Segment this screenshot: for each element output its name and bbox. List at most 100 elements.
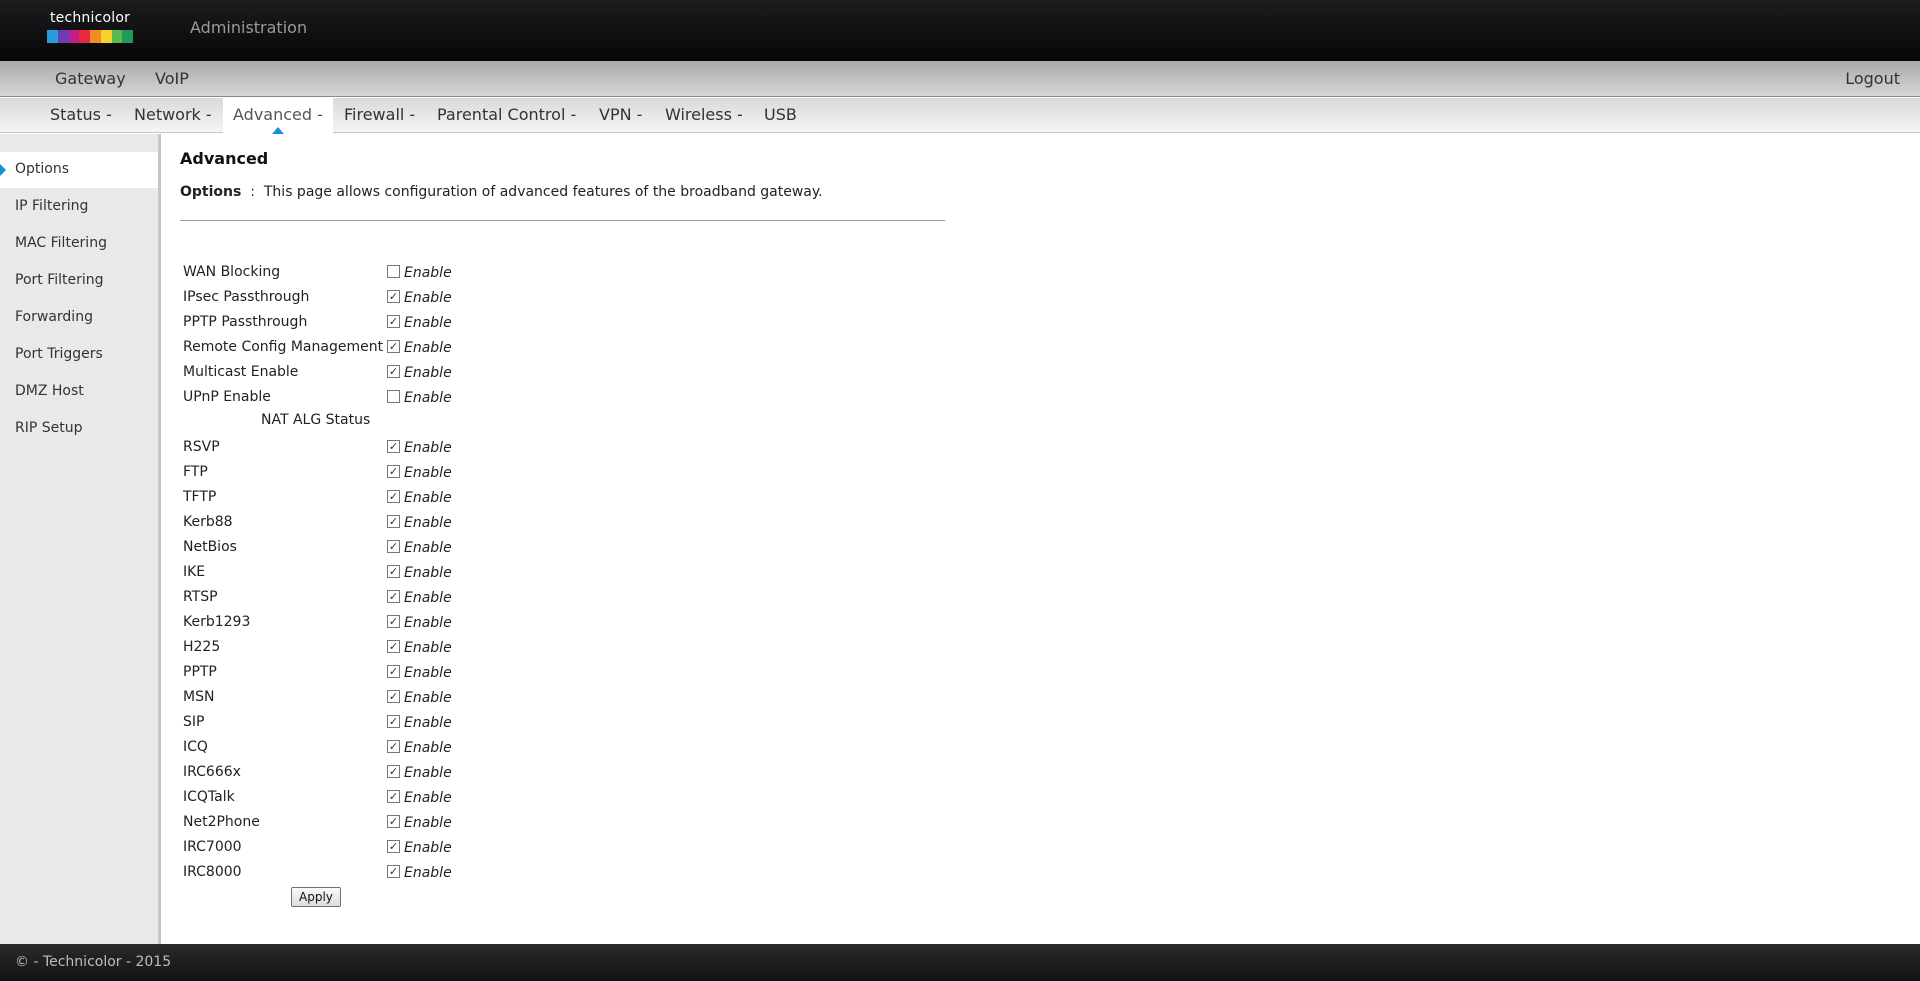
logo-color-segment xyxy=(100,30,112,43)
enable-checkbox[interactable]: ✓ xyxy=(387,540,400,553)
option-row: IRC8000 ✓ Enable xyxy=(183,861,483,886)
enable-checkbox[interactable] xyxy=(387,265,400,278)
page-title: Advanced xyxy=(180,149,269,168)
enable-checkbox[interactable]: ✓ xyxy=(387,365,400,378)
subnav-item-advanced-label: Advanced - xyxy=(233,105,323,124)
option-label: IKE xyxy=(183,564,206,580)
option-label: Kerb88 xyxy=(183,514,233,530)
option-label: H225 xyxy=(183,639,221,655)
subnav-item-usb[interactable]: USB xyxy=(764,105,797,124)
subnav-item-firewall[interactable]: Firewall - xyxy=(344,105,415,124)
enable-checkbox[interactable]: ✓ xyxy=(387,815,400,828)
subnav-item-network[interactable]: Network - xyxy=(134,105,212,124)
enable-label: Enable xyxy=(404,440,452,456)
enable-label: Enable xyxy=(404,515,452,531)
page-description: Options : This page allows configuration… xyxy=(180,184,823,200)
technicolor-logo[interactable]: technicolor xyxy=(46,10,134,44)
sidebar-item-port-triggers[interactable]: Port Triggers xyxy=(15,346,103,362)
sidebar-item-forwarding[interactable]: Forwarding xyxy=(15,309,93,325)
sidebar-item-label: Options xyxy=(15,161,70,177)
enable-checkbox[interactable]: ✓ xyxy=(387,315,400,328)
footer: © - Technicolor - 2015 xyxy=(0,944,1920,981)
option-row: Net2Phone ✓ Enable xyxy=(183,811,483,836)
logo-color-segment xyxy=(47,30,58,43)
enable-label: Enable xyxy=(404,740,452,756)
option-row: WAN Blocking Enable xyxy=(183,261,483,286)
option-label: SIP xyxy=(183,714,205,730)
sidebar-item-mac-filtering[interactable]: MAC Filtering xyxy=(15,235,107,251)
enable-checkbox[interactable]: ✓ xyxy=(387,340,400,353)
option-label: IRC666x xyxy=(183,764,241,780)
enable-checkbox[interactable]: ✓ xyxy=(387,690,400,703)
logo-color-segment xyxy=(122,30,133,43)
subnav-item-parental-control[interactable]: Parental Control - xyxy=(437,105,576,124)
enable-checkbox[interactable]: ✓ xyxy=(387,740,400,753)
enable-checkbox[interactable]: ✓ xyxy=(387,715,400,728)
option-row: Remote Config Management ✓ Enable xyxy=(183,336,483,361)
option-row: ICQ ✓ Enable xyxy=(183,736,483,761)
enable-checkbox[interactable]: ✓ xyxy=(387,790,400,803)
option-row: IPsec Passthrough ✓ Enable xyxy=(183,286,483,311)
option-row: PPTP Passthrough ✓ Enable xyxy=(183,311,483,336)
enable-checkbox[interactable]: ✓ xyxy=(387,590,400,603)
enable-label: Enable xyxy=(404,290,452,306)
sidebar-item-rip-setup[interactable]: RIP Setup xyxy=(15,420,83,436)
option-label: WAN Blocking xyxy=(183,264,281,280)
option-row: Multicast Enable ✓ Enable xyxy=(183,361,483,386)
enable-label: Enable xyxy=(404,765,452,781)
enable-label: Enable xyxy=(404,840,452,856)
option-row: FTP ✓ Enable xyxy=(183,461,483,486)
footer-copyright: © - Technicolor - 2015 xyxy=(15,954,172,970)
logo-text: technicolor xyxy=(49,10,131,26)
enable-checkbox[interactable]: ✓ xyxy=(387,840,400,853)
option-label: TFTP xyxy=(183,489,217,505)
enable-label: Enable xyxy=(404,315,452,331)
subnav-item-wireless[interactable]: Wireless - xyxy=(665,105,743,124)
sidebar-item-port-filtering[interactable]: Port Filtering xyxy=(15,272,104,288)
enable-checkbox[interactable]: ✓ xyxy=(387,515,400,528)
enable-label: Enable xyxy=(404,865,452,881)
enable-checkbox[interactable]: ✓ xyxy=(387,615,400,628)
enable-label: Enable xyxy=(404,640,452,656)
option-row: PPTP ✓ Enable xyxy=(183,661,483,686)
logout-link[interactable]: Logout xyxy=(1845,69,1900,88)
topnav-item-voip[interactable]: VoIP xyxy=(155,69,189,88)
enable-label: Enable xyxy=(404,815,452,831)
description-separator: : xyxy=(250,184,255,200)
enable-checkbox[interactable]: ✓ xyxy=(387,565,400,578)
nat-alg-status-label: NAT ALG Status xyxy=(261,412,371,428)
enable-checkbox[interactable]: ✓ xyxy=(387,465,400,478)
sidebar-item-options[interactable]: Options xyxy=(0,152,158,188)
sidebar-item-ip-filtering[interactable]: IP Filtering xyxy=(15,198,88,214)
subnav-item-status[interactable]: Status - xyxy=(50,105,112,124)
logo-color-segment xyxy=(90,30,101,43)
option-row: RTSP ✓ Enable xyxy=(183,586,483,611)
option-label: ICQ xyxy=(183,739,208,755)
enable-checkbox[interactable]: ✓ xyxy=(387,640,400,653)
enable-checkbox[interactable] xyxy=(387,390,400,403)
apply-button[interactable]: Apply xyxy=(291,887,341,907)
topnav-item-gateway[interactable]: Gateway xyxy=(55,69,126,88)
logo-color-segment xyxy=(111,30,123,43)
sidebar-item-dmz-host[interactable]: DMZ Host xyxy=(15,383,84,399)
enable-checkbox[interactable]: ✓ xyxy=(387,765,400,778)
option-label: RTSP xyxy=(183,589,218,605)
enable-checkbox[interactable]: ✓ xyxy=(387,665,400,678)
header-title: Administration xyxy=(190,18,308,37)
enable-checkbox[interactable]: ✓ xyxy=(387,440,400,453)
enable-label: Enable xyxy=(404,465,452,481)
enable-checkbox[interactable]: ✓ xyxy=(387,290,400,303)
description-text: This page allows configuration of advanc… xyxy=(263,184,823,200)
enable-checkbox[interactable]: ✓ xyxy=(387,865,400,878)
enable-label: Enable xyxy=(404,540,452,556)
option-row: UPnP Enable Enable xyxy=(183,386,483,411)
logo-color-segment xyxy=(79,30,90,43)
enable-label: Enable xyxy=(404,365,452,381)
option-label: UPnP Enable xyxy=(183,389,271,405)
enable-label: Enable xyxy=(404,790,452,806)
enable-checkbox[interactable]: ✓ xyxy=(387,490,400,503)
logo-color-bar xyxy=(47,30,133,43)
subnav-item-advanced[interactable]: Advanced - xyxy=(223,98,333,134)
enable-label: Enable xyxy=(404,715,452,731)
subnav-item-vpn[interactable]: VPN - xyxy=(599,105,642,124)
